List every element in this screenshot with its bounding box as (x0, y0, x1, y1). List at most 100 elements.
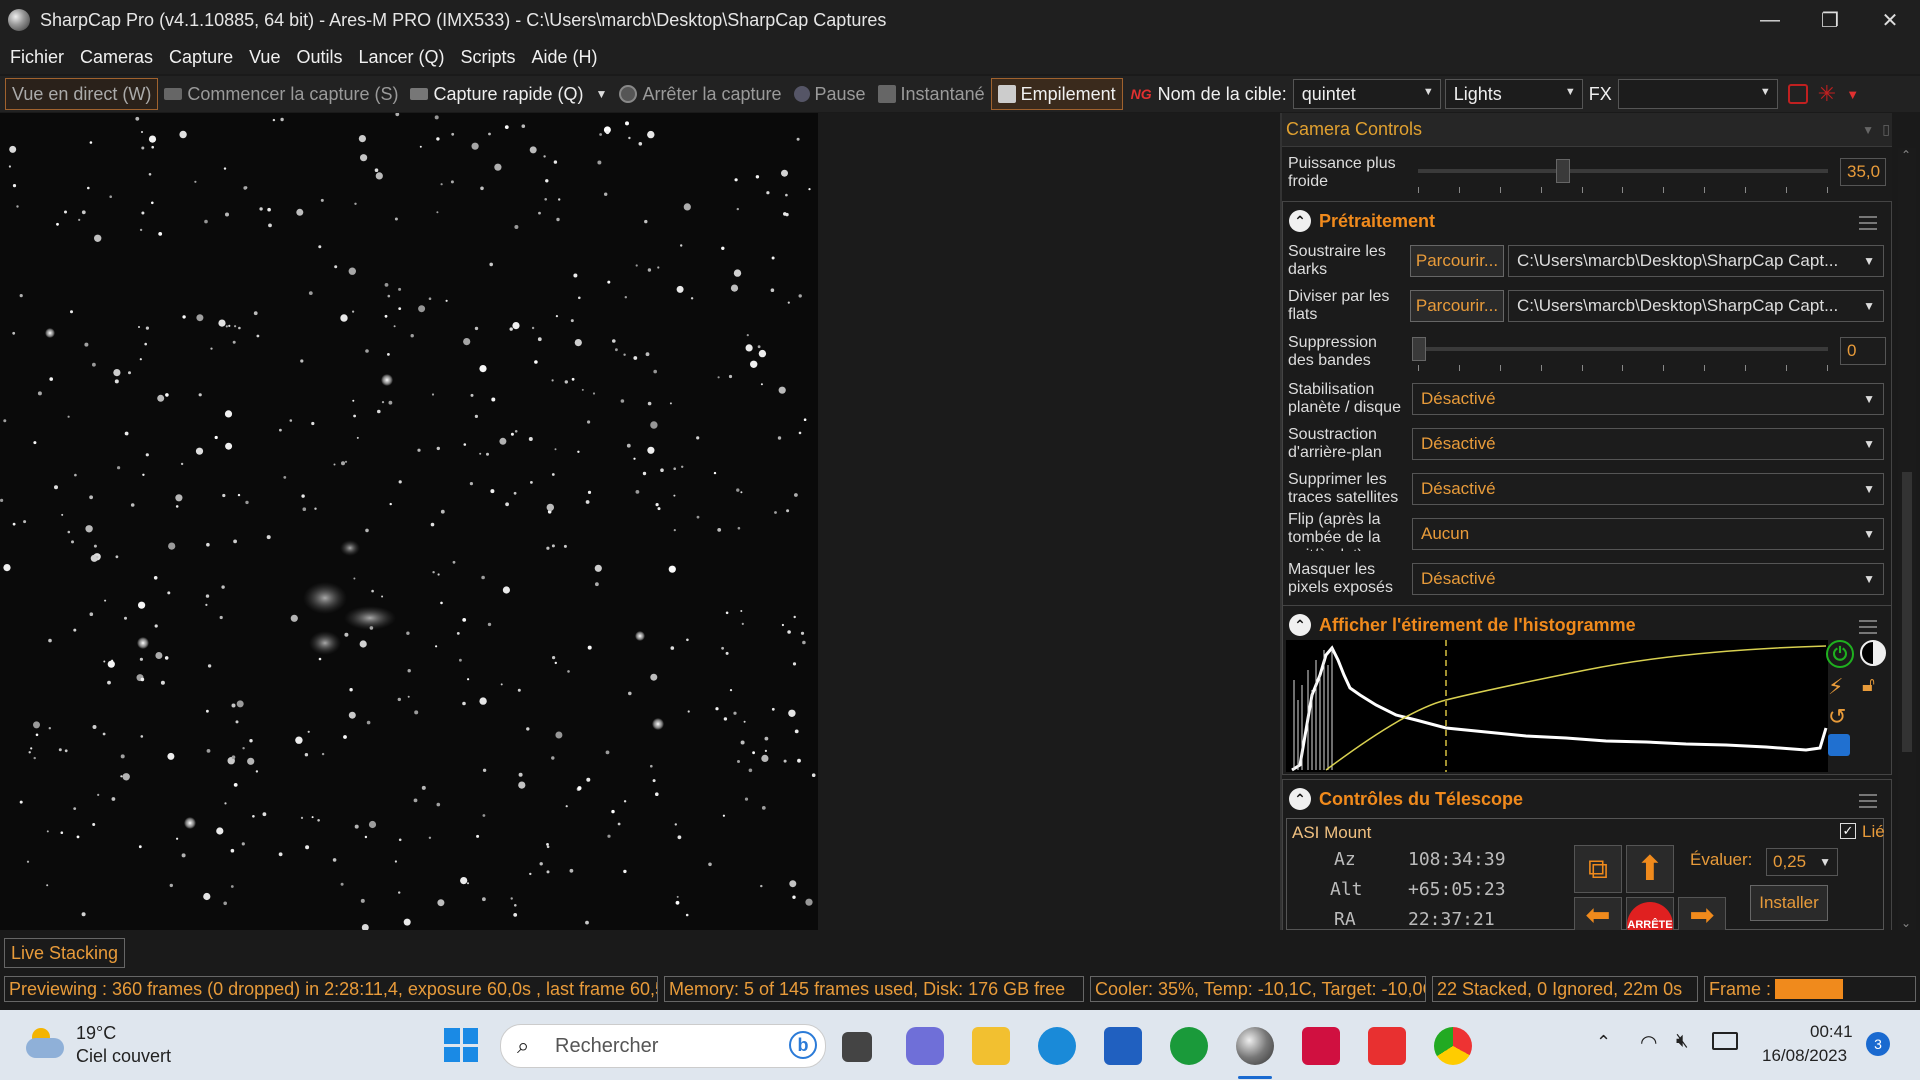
crosshair-icon[interactable]: ✳ (1818, 81, 1836, 107)
chevron-up-icon[interactable]: ⌃ (1596, 1032, 1611, 1053)
lightning-icon[interactable]: ⚡ (1828, 674, 1843, 700)
menu-file[interactable]: Fichier (10, 47, 64, 68)
start-capture-button[interactable]: Commencer la capture (S) (158, 79, 404, 109)
menu-scripts[interactable]: Scripts (461, 47, 516, 68)
record-icon[interactable] (1787, 84, 1808, 104)
star (387, 353, 390, 356)
chevron-down-icon[interactable]: ▼ (1862, 123, 1874, 137)
edge-icon[interactable] (1038, 1027, 1076, 1065)
satellite-select[interactable]: Désactivé ▼ (1412, 473, 1884, 505)
star (221, 585, 225, 589)
arrow-up-icon[interactable]: ⬆ (1626, 845, 1674, 893)
cooler-power-value[interactable]: 35,0 (1840, 158, 1886, 186)
clock-time[interactable]: 00:41 (1810, 1022, 1853, 1042)
anydesk-icon[interactable] (1368, 1027, 1406, 1065)
background-select[interactable]: Désactivé ▼ (1412, 428, 1884, 460)
collapse-icon[interactable]: ⌃ (1289, 210, 1311, 232)
windows-start-icon[interactable] (444, 1028, 478, 1062)
flip-select[interactable]: Aucun ▼ (1412, 518, 1884, 550)
notification-badge[interactable]: 3 (1866, 1032, 1890, 1056)
close-button[interactable]: ✕ (1860, 0, 1920, 40)
menu-launch[interactable]: Lancer (Q) (358, 47, 444, 68)
wifi-icon[interactable]: ◠ (1640, 1030, 1657, 1055)
file-explorer-icon[interactable] (972, 1027, 1010, 1065)
taskbar-search[interactable]: ⌕ Rechercher b (500, 1024, 826, 1068)
menu-capture[interactable]: Capture (169, 47, 233, 68)
minimize-button[interactable]: — (1740, 0, 1800, 40)
sharpcap-taskbar-icon[interactable] (1236, 1027, 1274, 1065)
cooler-power-slider[interactable] (1418, 169, 1828, 173)
task-view-icon[interactable] (842, 1032, 872, 1062)
fx-select[interactable]: ▼ (1617, 79, 1778, 109)
star (73, 807, 77, 810)
battery-icon[interactable] (1712, 1032, 1738, 1050)
star (107, 680, 111, 685)
star (358, 135, 366, 143)
teams-chat-icon[interactable] (906, 1027, 944, 1065)
scrollbar-thumb[interactable] (1902, 472, 1912, 752)
mask-select[interactable]: Désactivé ▼ (1412, 563, 1884, 595)
contrast-icon[interactable] (1860, 640, 1886, 666)
collapse-icon[interactable]: ⌃ (1289, 788, 1311, 810)
app-icon-red[interactable] (1302, 1027, 1340, 1065)
live-view-button[interactable]: Vue en direct (W) (5, 78, 159, 110)
target-name-select[interactable]: quintet ▼ (1292, 79, 1441, 109)
weather-temp[interactable]: 19°C (76, 1023, 116, 1044)
menu-help[interactable]: Aide (H) (532, 47, 598, 68)
darks-browse-button[interactable]: Parcourir... (1410, 245, 1504, 277)
restore-button[interactable]: ❐ (1800, 0, 1860, 40)
store-icon[interactable] (1104, 1027, 1142, 1065)
volume-muted-icon[interactable]: 🔇︎ (1676, 1030, 1689, 1053)
menu-view[interactable]: Vue (249, 47, 280, 68)
clock-date[interactable]: 16/08/2023 (1762, 1046, 1847, 1066)
linked-checkbox[interactable]: ✓ (1840, 823, 1856, 839)
star (398, 480, 402, 484)
menu-cameras[interactable]: Cameras (80, 47, 153, 68)
arrow-left-icon[interactable]: ⬅ (1574, 897, 1622, 930)
histogram-plot[interactable] (1286, 640, 1828, 772)
menu-icon[interactable] (1859, 620, 1877, 634)
stabilization-select[interactable]: Désactivé ▼ (1412, 383, 1884, 415)
panel-scrollbar[interactable]: ⌃ ⌄ (1898, 148, 1916, 930)
flats-browse-button[interactable]: Parcourir... (1410, 290, 1504, 322)
flats-path-select[interactable]: C:\Users\marcb\Desktop\SharpCap Capt... … (1508, 290, 1884, 322)
lock-icon[interactable]: 🔓︎ (1862, 674, 1875, 697)
star (130, 503, 135, 507)
install-button[interactable]: Installer (1750, 885, 1828, 921)
cooler-power-slider-thumb[interactable] (1555, 159, 1570, 183)
stop-capture-button[interactable]: Arrêter la capture (613, 79, 787, 109)
chevron-down-icon[interactable]: ▼ (596, 87, 608, 101)
darks-path-select[interactable]: C:\Users\marcb\Desktop\SharpCap Capt... … (1508, 245, 1884, 277)
cloudy-weather-icon[interactable] (26, 1028, 66, 1058)
banding-slider-thumb[interactable] (1412, 337, 1426, 361)
chrome-icon[interactable] (1434, 1027, 1472, 1065)
capture-image[interactable] (0, 113, 818, 930)
live-stacking-tab[interactable]: Live Stacking (4, 938, 126, 968)
menu-tools[interactable]: Outils (296, 47, 342, 68)
frame-type-select[interactable]: Lights ▼ (1444, 79, 1583, 109)
goto-icon[interactable]: ⧉ (1574, 845, 1622, 893)
save-icon[interactable] (1828, 734, 1850, 756)
banding-slider[interactable] (1418, 347, 1828, 351)
pin-icon[interactable]: ▯ (1882, 121, 1890, 138)
phd2-icon[interactable] (1170, 1027, 1208, 1065)
stacking-button[interactable]: Empilement (990, 78, 1123, 110)
pause-button[interactable]: Pause (788, 79, 872, 109)
weather-desc[interactable]: Ciel couvert (76, 1046, 171, 1067)
rate-select[interactable]: 0,25 ▼ (1766, 848, 1838, 876)
collapse-icon[interactable]: ⌃ (1289, 614, 1311, 636)
star (359, 640, 367, 648)
chevron-down-icon[interactable]: ▼ (1846, 87, 1859, 102)
quick-capture-button[interactable]: Capture rapide (Q) ▼ (404, 79, 613, 109)
star (647, 446, 655, 454)
star (168, 542, 176, 550)
reset-icon[interactable]: ↺ (1828, 704, 1846, 730)
stop-slew-button[interactable]: ARRÊTE (1626, 897, 1674, 930)
snapshot-button[interactable]: Instantané (872, 79, 991, 109)
banding-value[interactable]: 0 (1840, 337, 1886, 365)
ng-icon[interactable]: NG (1131, 86, 1152, 102)
arrow-right-icon[interactable]: ➡ (1678, 897, 1726, 930)
menu-icon[interactable] (1859, 216, 1877, 230)
power-icon[interactable]: ⏻ (1826, 640, 1854, 668)
menu-icon[interactable] (1859, 794, 1877, 808)
